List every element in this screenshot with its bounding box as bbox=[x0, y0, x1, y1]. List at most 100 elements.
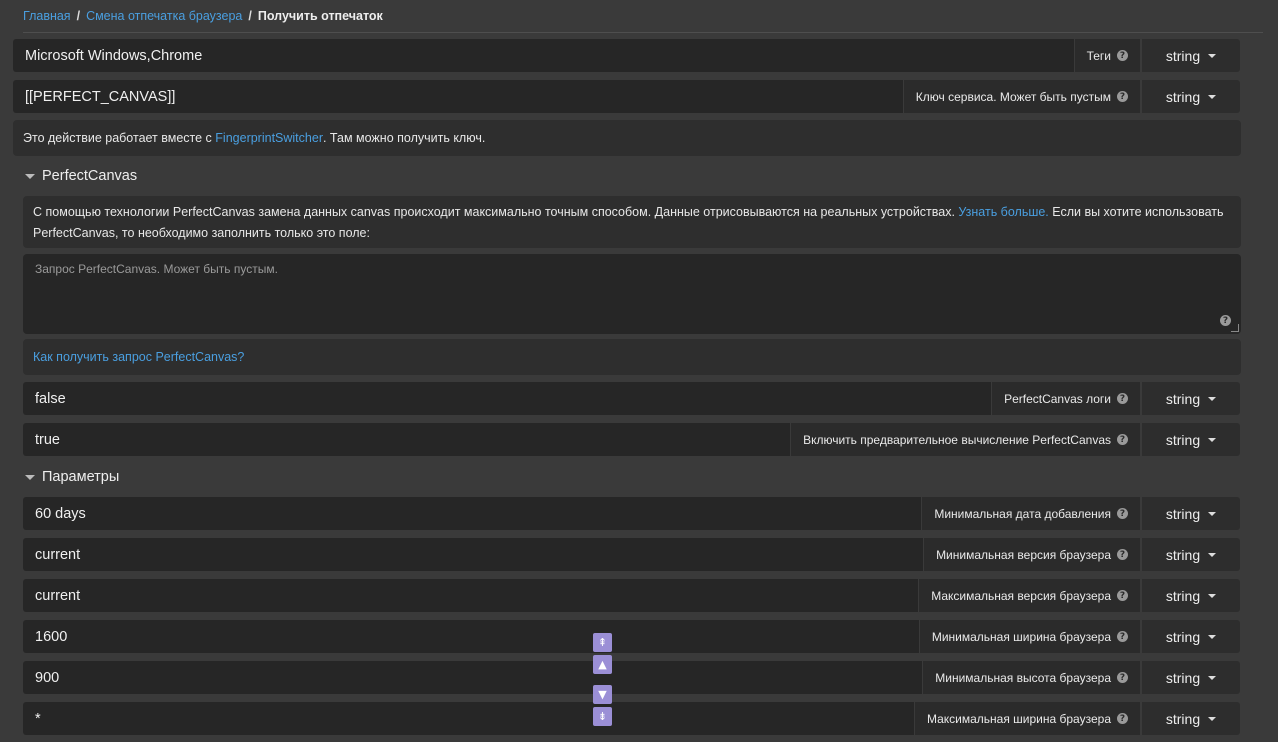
caret-down-icon bbox=[1208, 635, 1217, 639]
min-browser-width-label-text: Минимальная ширина браузера bbox=[931, 629, 1111, 644]
service-key-label: Ключ сервиса. Может быть пустым? bbox=[902, 80, 1140, 113]
type-dropdown-label: string bbox=[1165, 628, 1201, 645]
question-circle-icon[interactable]: ? bbox=[1117, 631, 1128, 642]
min-browser-version-label-text: Минимальная версия браузера bbox=[936, 547, 1111, 562]
min-date-label: Минимальная дата добавления? bbox=[921, 497, 1140, 530]
scroll-down-icon[interactable]: ▼ bbox=[593, 685, 612, 704]
min-browser-width-row: 1600 Минимальная ширина браузера? string bbox=[23, 620, 1240, 653]
perfectcanvas-precompute-label: Включить предварительное вычисление Perf… bbox=[790, 423, 1140, 456]
howto-box: Как получить запрос PerfectCanvas? bbox=[23, 339, 1241, 375]
max-browser-version-label: Максимальная версия браузера? bbox=[918, 579, 1140, 612]
type-dropdown[interactable]: string bbox=[1142, 538, 1240, 571]
perfectcanvas-section-toggle[interactable]: PerfectCanvas bbox=[25, 168, 137, 184]
caret-down-icon bbox=[1208, 512, 1217, 516]
breadcrumb-home-link[interactable]: Главная bbox=[23, 9, 71, 23]
question-circle-icon[interactable]: ? bbox=[1117, 672, 1128, 683]
perfectcanvas-desc-prefix: С помощью технологии PerfectCanvas замен… bbox=[33, 205, 959, 219]
question-circle-icon[interactable]: ? bbox=[1117, 434, 1128, 445]
learn-more-link[interactable]: Узнать больше. bbox=[958, 205, 1048, 219]
perfectcanvas-section-title: PerfectCanvas bbox=[42, 168, 138, 184]
question-circle-icon[interactable]: ? bbox=[1117, 549, 1128, 560]
perfectcanvas-description: С помощью технологии PerfectCanvas замен… bbox=[23, 196, 1241, 248]
type-dropdown[interactable]: string bbox=[1142, 423, 1240, 456]
caret-down-icon bbox=[1208, 676, 1217, 680]
type-dropdown[interactable]: string bbox=[1142, 702, 1240, 735]
service-key-input[interactable]: [[PERFECT_CANVAS]] bbox=[13, 80, 903, 113]
resize-grip-icon[interactable] bbox=[1231, 324, 1239, 332]
scroll-bottom-icon[interactable]: ⇟ bbox=[593, 707, 612, 726]
min-browser-version-input[interactable]: current bbox=[23, 538, 924, 571]
type-dropdown-label: string bbox=[1165, 390, 1201, 407]
max-browser-width-label: Максимальная ширина браузера? bbox=[913, 702, 1140, 735]
info-box: Это действие работает вместе с Fingerpri… bbox=[13, 120, 1241, 156]
question-circle-icon[interactable]: ? bbox=[1117, 50, 1128, 61]
breadcrumb-parent-link[interactable]: Смена отпечатка браузера bbox=[86, 9, 242, 23]
min-browser-height-input[interactable]: 900 bbox=[23, 661, 923, 694]
type-dropdown[interactable]: string bbox=[1142, 661, 1240, 694]
type-dropdown-label: string bbox=[1165, 431, 1201, 448]
collapse-triangle-icon bbox=[25, 474, 35, 480]
breadcrumb-current: Получить отпечаток bbox=[257, 9, 383, 23]
caret-down-icon bbox=[1208, 553, 1217, 557]
tags-label: Теги? bbox=[1073, 39, 1140, 72]
perfectcanvas-logs-row: false PerfectCanvas логи? string bbox=[23, 382, 1240, 415]
question-circle-icon[interactable]: ? bbox=[1117, 393, 1128, 404]
perfectcanvas-precompute-label-text: Включить предварительное вычисление Perf… bbox=[803, 432, 1111, 447]
type-dropdown-label: string bbox=[1165, 505, 1201, 522]
tags-label-text: Теги bbox=[1086, 48, 1111, 63]
type-dropdown[interactable]: string bbox=[1142, 579, 1240, 612]
perfectcanvas-precompute-input[interactable]: true bbox=[23, 423, 791, 456]
min-browser-width-label: Минимальная ширина браузера? bbox=[918, 620, 1140, 653]
min-date-label-text: Минимальная дата добавления bbox=[934, 506, 1111, 521]
service-key-label-text: Ключ сервиса. Может быть пустым bbox=[915, 89, 1111, 104]
min-browser-height-row: 900 Минимальная высота браузера? string bbox=[23, 661, 1240, 694]
type-dropdown-label: string bbox=[1165, 669, 1201, 686]
question-circle-icon[interactable]: ? bbox=[1220, 315, 1231, 326]
howto-perfectcanvas-link[interactable]: Как получить запрос PerfectCanvas? bbox=[33, 350, 244, 364]
question-circle-icon[interactable]: ? bbox=[1117, 713, 1128, 724]
service-key-field-row: [[PERFECT_CANVAS]] Ключ сервиса. Может б… bbox=[13, 80, 1240, 113]
type-dropdown[interactable]: string bbox=[1142, 382, 1240, 415]
perfectcanvas-logs-input[interactable]: false bbox=[23, 382, 992, 415]
breadcrumb-separator: / bbox=[248, 9, 252, 23]
max-browser-version-row: current Максимальная версия браузера? st… bbox=[23, 579, 1240, 612]
caret-down-icon bbox=[1208, 54, 1217, 58]
fingerprintswitcher-link[interactable]: FingerprintSwitcher bbox=[215, 128, 323, 149]
min-browser-height-label-text: Минимальная высота браузера bbox=[935, 670, 1111, 685]
type-dropdown-label: string bbox=[1165, 47, 1201, 64]
scroll-up-icon[interactable]: ▲ bbox=[593, 655, 612, 674]
info-text-prefix: Это действие работает вместе с bbox=[23, 130, 212, 145]
type-dropdown-label: string bbox=[1165, 587, 1201, 604]
textarea-placeholder: Запрос PerfectCanvas. Может быть пустым. bbox=[35, 262, 278, 276]
perfectcanvas-logs-label-text: PerfectCanvas логи bbox=[1004, 391, 1111, 406]
type-dropdown[interactable]: string bbox=[1142, 620, 1240, 653]
max-browser-width-label-text: Максимальная ширина браузера bbox=[926, 711, 1111, 726]
collapse-triangle-icon bbox=[25, 173, 35, 179]
params-section-toggle[interactable]: Параметры bbox=[25, 469, 119, 485]
type-dropdown[interactable]: string bbox=[1142, 80, 1240, 113]
perfectcanvas-request-textarea[interactable]: Запрос PerfectCanvas. Может быть пустым.… bbox=[23, 254, 1241, 334]
perfectcanvas-precompute-row: true Включить предварительное вычисление… bbox=[23, 423, 1240, 456]
type-dropdown[interactable]: string bbox=[1142, 39, 1240, 72]
tags-input[interactable]: Microsoft Windows,Chrome bbox=[13, 39, 1074, 72]
caret-down-icon bbox=[1208, 397, 1217, 401]
caret-down-icon bbox=[1208, 717, 1217, 721]
question-circle-icon[interactable]: ? bbox=[1117, 590, 1128, 601]
caret-down-icon bbox=[1208, 438, 1217, 442]
question-circle-icon[interactable]: ? bbox=[1117, 91, 1128, 102]
min-date-input[interactable]: 60 days bbox=[23, 497, 922, 530]
min-browser-width-input[interactable]: 1600 bbox=[23, 620, 919, 653]
breadcrumb-separator: / bbox=[76, 9, 81, 23]
max-browser-width-input[interactable]: * bbox=[23, 702, 914, 735]
min-browser-version-row: current Минимальная версия браузера? str… bbox=[23, 538, 1240, 571]
min-browser-height-label: Минимальная высота браузера? bbox=[922, 661, 1140, 694]
type-dropdown[interactable]: string bbox=[1142, 497, 1240, 530]
scroll-top-icon[interactable]: ⇞ bbox=[593, 633, 612, 652]
params-section-title: Параметры bbox=[42, 469, 120, 485]
breadcrumb: Главная / Смена отпечатка браузера / Пол… bbox=[23, 0, 1263, 33]
min-date-row: 60 days Минимальная дата добавления? str… bbox=[23, 497, 1240, 530]
perfectcanvas-logs-label: PerfectCanvas логи? bbox=[991, 382, 1140, 415]
caret-down-icon bbox=[1208, 594, 1217, 598]
max-browser-version-input[interactable]: current bbox=[23, 579, 919, 612]
question-circle-icon[interactable]: ? bbox=[1117, 508, 1128, 519]
